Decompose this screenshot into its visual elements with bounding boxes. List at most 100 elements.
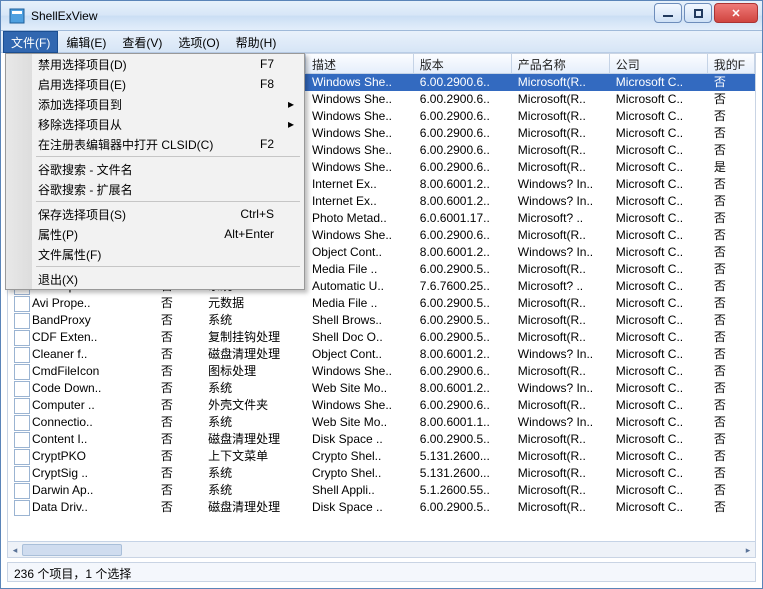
cell: Microsoft C.. <box>610 227 708 244</box>
cell: 6.00.2900.6.. <box>414 74 512 91</box>
cell: 否 <box>708 414 755 431</box>
table-row[interactable]: Computer ..否外壳文件夹Windows She..6.00.2900.… <box>8 397 755 414</box>
minimize-button[interactable] <box>654 3 682 23</box>
menu-item[interactable]: 属性(P)Alt+Enter <box>6 224 304 244</box>
cell: 否 <box>708 431 755 448</box>
cell: Microsoft(R.. <box>512 465 610 482</box>
cell: 8.00.6001.2.. <box>414 244 512 261</box>
title-bar[interactable]: ShellExView <box>1 1 762 31</box>
menu-item[interactable]: 禁用选择项目(D)F7 <box>6 54 304 74</box>
cell: Microsoft C.. <box>610 278 708 295</box>
cell: 6.00.2900.5.. <box>414 499 512 516</box>
cell: 6.00.2900.6.. <box>414 363 512 380</box>
col-company[interactable]: 公司 <box>610 54 708 73</box>
cell: Microsoft(R.. <box>512 91 610 108</box>
cell: 否 <box>708 278 755 295</box>
extension-icon <box>14 364 30 380</box>
extension-icon <box>14 381 30 397</box>
horizontal-scrollbar[interactable]: ◂ ▸ <box>8 541 755 557</box>
cell: 6.00.2900.6.. <box>414 91 512 108</box>
extension-icon <box>14 330 30 346</box>
cell: 5.131.2600... <box>414 465 512 482</box>
menu-edit[interactable]: 编辑(E) <box>58 31 114 53</box>
cell: Microsoft(R.. <box>512 482 610 499</box>
cell: 否 <box>708 74 755 91</box>
cell: Microsoft C.. <box>610 176 708 193</box>
scroll-left-icon[interactable]: ◂ <box>8 543 22 557</box>
menu-item[interactable]: 启用选择项目(E)F8 <box>6 74 304 94</box>
extension-icon <box>14 432 30 448</box>
menu-item[interactable]: 谷歌搜索 - 扩展名 <box>6 179 304 199</box>
close-button[interactable] <box>714 3 758 23</box>
cell: 否 <box>708 312 755 329</box>
menu-item[interactable]: 退出(X) <box>6 269 304 289</box>
cell: Microsoft(R.. <box>512 397 610 414</box>
cell: Internet Ex.. <box>306 176 414 193</box>
cell: 否 <box>708 448 755 465</box>
cell-ext: Connectio.. <box>8 414 155 431</box>
menu-item[interactable]: 文件属性(F) <box>6 244 304 264</box>
cell: Microsoft(R.. <box>512 159 610 176</box>
cell: Crypto Shel.. <box>306 448 414 465</box>
cell: Microsoft(R.. <box>512 108 610 125</box>
menu-item[interactable]: 添加选择项目到▸ <box>6 94 304 114</box>
menu-options[interactable]: 选项(O) <box>170 31 227 53</box>
col-product[interactable]: 产品名称 <box>512 54 610 73</box>
scroll-thumb[interactable] <box>22 544 122 556</box>
extension-icon <box>14 398 30 414</box>
col-version[interactable]: 版本 <box>414 54 512 73</box>
menu-item[interactable]: 在注册表编辑器中打开 CLSID(C)F2 <box>6 134 304 154</box>
submenu-arrow-icon: ▸ <box>288 117 294 131</box>
cell: 6.00.2900.5.. <box>414 431 512 448</box>
menu-shortcut: Ctrl+S <box>240 207 274 221</box>
cell: 否 <box>708 329 755 346</box>
cell: Microsoft(R.. <box>512 312 610 329</box>
cell: Microsoft C.. <box>610 244 708 261</box>
cell: Microsoft C.. <box>610 295 708 312</box>
col-my[interactable]: 我的F <box>708 54 755 73</box>
cell: Photo Metad.. <box>306 210 414 227</box>
table-row[interactable]: Avi Prope..否元数据Media File ..6.00.2900.5.… <box>8 295 755 312</box>
table-row[interactable]: BandProxy否系统Shell Brows..6.00.2900.5..Mi… <box>8 312 755 329</box>
file-menu-dropdown[interactable]: 禁用选择项目(D)F7启用选择项目(E)F8添加选择项目到▸移除选择项目从▸在注… <box>5 53 305 290</box>
scroll-right-icon[interactable]: ▸ <box>741 543 755 557</box>
submenu-arrow-icon: ▸ <box>288 97 294 111</box>
extension-icon <box>14 296 30 312</box>
cell: Shell Brows.. <box>306 312 414 329</box>
table-row[interactable]: CDF Exten..否复制挂钩处理Shell Doc O..6.00.2900… <box>8 329 755 346</box>
cell: Windows She.. <box>306 142 414 159</box>
cell: Microsoft(R.. <box>512 363 610 380</box>
menu-item[interactable]: 保存选择项目(S)Ctrl+S <box>6 204 304 224</box>
menu-file[interactable]: 文件(F) <box>3 31 58 53</box>
menu-bar: 文件(F) 编辑(E) 查看(V) 选项(O) 帮助(H) <box>1 31 762 53</box>
cell: Microsoft(R.. <box>512 227 610 244</box>
menu-help[interactable]: 帮助(H) <box>228 31 285 53</box>
menu-item[interactable]: 移除选择项目从▸ <box>6 114 304 134</box>
table-row[interactable]: CryptSig ..否系统Crypto Shel..5.131.2600...… <box>8 465 755 482</box>
table-row[interactable]: Data Driv..否磁盘清理处理Disk Space ..6.00.2900… <box>8 499 755 516</box>
table-row[interactable]: Code Down..否系统Web Site Mo..8.00.6001.2..… <box>8 380 755 397</box>
table-row[interactable]: CmdFileIcon否图标处理Windows She..6.00.2900.6… <box>8 363 755 380</box>
table-row[interactable]: Content I..否磁盘清理处理Disk Space ..6.00.2900… <box>8 431 755 448</box>
table-row[interactable]: CryptPKO否上下文菜单Crypto Shel..5.131.2600...… <box>8 448 755 465</box>
table-row[interactable]: Darwin Ap..否系统Shell Appli..5.1.2600.55..… <box>8 482 755 499</box>
table-row[interactable]: Connectio..否系统Web Site Mo..8.00.6001.1..… <box>8 414 755 431</box>
cell-ext: Avi Prope.. <box>8 295 155 312</box>
cell: 系统 <box>202 312 306 329</box>
col-desc[interactable]: 描述 <box>306 54 414 73</box>
cell: 6.00.2900.5.. <box>414 261 512 278</box>
maximize-button[interactable] <box>684 3 712 23</box>
cell: Microsoft C.. <box>610 74 708 91</box>
cell: Windows? In.. <box>512 380 610 397</box>
menu-view[interactable]: 查看(V) <box>114 31 170 53</box>
cell: 5.131.2600... <box>414 448 512 465</box>
cell: Microsoft(R.. <box>512 329 610 346</box>
cell: 8.00.6001.2.. <box>414 380 512 397</box>
cell: Windows She.. <box>306 227 414 244</box>
cell-ext: CmdFileIcon <box>8 363 155 380</box>
cell: 否 <box>708 261 755 278</box>
table-row[interactable]: Cleaner f..否磁盘清理处理Object Cont..8.00.6001… <box>8 346 755 363</box>
cell: Microsoft C.. <box>610 125 708 142</box>
cell: 8.00.6001.2.. <box>414 346 512 363</box>
menu-item[interactable]: 谷歌搜索 - 文件名 <box>6 159 304 179</box>
